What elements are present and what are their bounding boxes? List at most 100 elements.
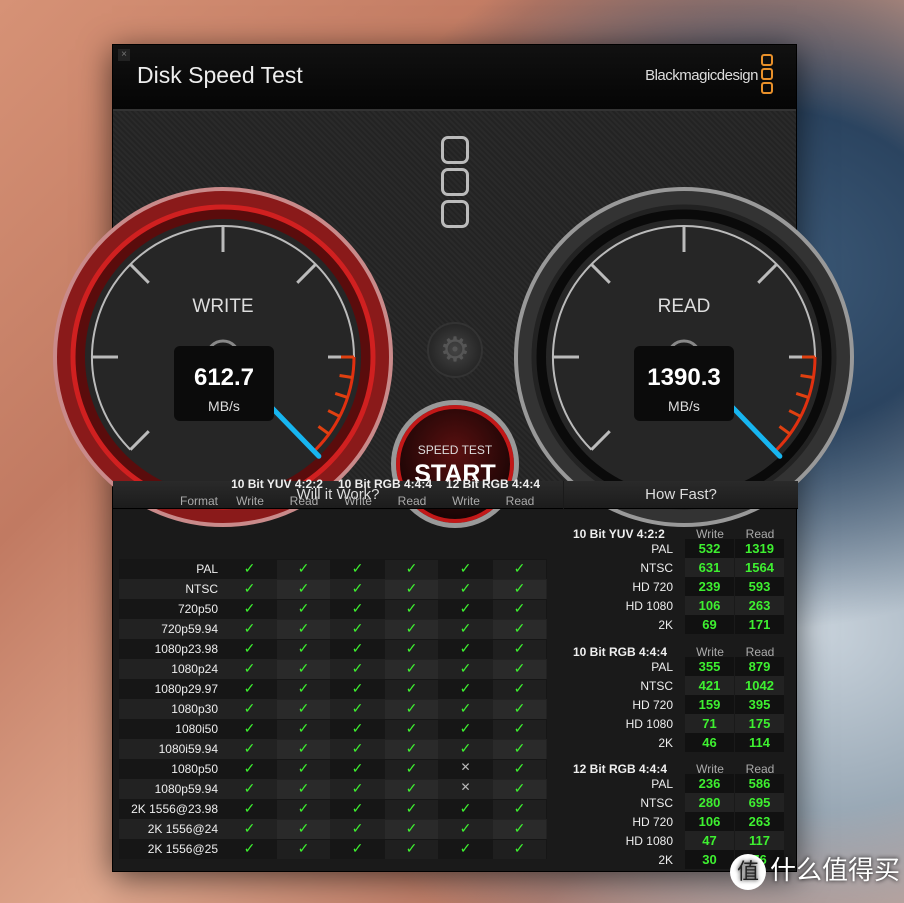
write-speed: 239: [685, 577, 734, 596]
watermark-text: 什么值得买: [770, 855, 901, 885]
check-icon: ✓: [459, 820, 472, 836]
start-button-caption: SPEED TEST: [417, 443, 493, 457]
format-label: 2K 1556@25: [147, 842, 218, 856]
check-icon: ✓: [243, 800, 256, 816]
format-label: 1080i59.94: [158, 742, 218, 756]
check-icon: ✓: [493, 820, 546, 839]
check-icon: ✓: [243, 660, 256, 676]
gauge-panel: WRITE READ ⚙ 612.7 MB/s 1390.3 MB/s SPEED…: [53, 111, 854, 528]
check-icon: ✓: [493, 740, 546, 759]
check-icon: ✓: [243, 700, 256, 716]
close-button[interactable]: ×: [118, 49, 130, 61]
check-icon: ✓: [493, 760, 546, 779]
check-icon: ✓: [459, 660, 472, 676]
check-icon: ✓: [385, 720, 438, 739]
read-speed: 593: [735, 577, 784, 596]
check-icon: ✓: [277, 600, 330, 619]
write-speed: 631: [685, 558, 734, 577]
check-icon: ✓: [277, 760, 330, 779]
check-icon: ✓: [351, 700, 364, 716]
speed-row-label: PAL: [651, 777, 673, 791]
check-icon: ✓: [243, 720, 256, 736]
check-icon: ✓: [351, 720, 364, 736]
read-value: 1390.3: [647, 364, 721, 391]
check-icon: ✓: [351, 680, 364, 696]
write-speed: 69: [685, 615, 734, 634]
disk-speed-test-window: × Disk Speed Test Blackmagicdesign WRITE…: [53, 44, 854, 872]
format-label: 2K 1556@24: [147, 822, 218, 836]
check-icon: ✓: [459, 560, 472, 576]
read-speed: 1564: [735, 558, 784, 577]
write-value: 612.7: [193, 364, 255, 391]
format-label: 720p50: [177, 602, 218, 616]
check-icon: ✓: [459, 680, 472, 696]
read-gauge-label: READ: [658, 296, 711, 317]
check-icon: ✓: [493, 720, 546, 739]
check-icon: ✓: [243, 620, 256, 636]
check-icon: ✓: [385, 840, 438, 859]
format-header: Format: [179, 494, 218, 508]
check-icon: ✓: [243, 640, 256, 656]
read-speed: 695: [735, 793, 784, 812]
check-icon: ✓: [385, 640, 438, 659]
check-icon: ✓: [277, 700, 330, 719]
check-icon: ✓: [277, 560, 330, 579]
write-speed: 159: [685, 695, 734, 714]
check-icon: ✓: [351, 820, 364, 836]
check-icon: ✓: [351, 760, 364, 776]
speed-row-label: NTSC: [640, 561, 673, 575]
speed-row-label: HD 720: [632, 698, 673, 712]
speed-row-label: 2K: [658, 736, 673, 750]
speed-group-name: 10 Bit YUV 4:2:2: [573, 527, 665, 541]
format-label: PAL: [196, 562, 218, 576]
check-icon: ✓: [277, 580, 330, 599]
check-icon: ✓: [277, 820, 330, 839]
check-icon: ✓: [459, 620, 472, 636]
write-speed: 236: [685, 774, 734, 793]
write-unit: MB/s: [208, 398, 240, 414]
format-label: 720p59.94: [161, 622, 218, 636]
check-icon: ✓: [277, 780, 330, 799]
write-speed: 71: [685, 714, 734, 733]
read-speed: 1042: [735, 676, 784, 695]
logo-square-icon: [441, 168, 469, 196]
check-icon: ✓: [385, 680, 438, 699]
logo-square-icon: [441, 200, 469, 228]
subcolumn-header: Read: [289, 494, 319, 508]
logo-square-icon: [441, 136, 469, 164]
speed-group-name: 10 Bit RGB 4:4:4: [573, 645, 668, 659]
check-icon: ✓: [459, 840, 472, 856]
check-icon: ✓: [243, 760, 256, 776]
write-speed: 47: [685, 831, 734, 850]
check-icon: ✓: [493, 700, 546, 719]
cross-icon: ✕: [460, 760, 471, 774]
speed-row-label: HD 1080: [625, 834, 673, 848]
check-icon: ✓: [243, 780, 256, 796]
check-icon: ✓: [351, 660, 364, 676]
check-icon: ✓: [243, 840, 256, 856]
check-icon: ✓: [277, 660, 330, 679]
read-speed: 879: [735, 657, 784, 676]
check-icon: ✓: [385, 700, 438, 719]
read-speed: 263: [735, 596, 784, 615]
format-label: 1080p50: [171, 762, 218, 776]
check-icon: ✓: [493, 780, 546, 799]
read-speed: 117: [735, 831, 784, 850]
write-red-tick: [339, 373, 353, 379]
check-icon: ✓: [459, 740, 472, 756]
check-icon: ✓: [351, 600, 364, 616]
settings-gear-icon[interactable]: ⚙: [427, 322, 483, 378]
speed-row-label: HD 720: [632, 580, 673, 594]
read-readout: 1390.3 MB/s: [634, 346, 734, 421]
watermark-icon: 值: [730, 854, 766, 890]
speed-row-label: 2K: [658, 618, 673, 632]
format-label: 1080i50: [175, 722, 218, 736]
speed-group-name: 12 Bit RGB 4:4:4: [573, 762, 668, 776]
check-icon: ✓: [493, 620, 546, 639]
check-icon: ✓: [351, 580, 364, 596]
speed-row-label: HD 720: [632, 815, 673, 829]
check-icon: ✓: [459, 700, 472, 716]
read-speed: 171: [735, 615, 784, 634]
speed-row-label: NTSC: [640, 679, 673, 693]
check-icon: ✓: [243, 820, 256, 836]
